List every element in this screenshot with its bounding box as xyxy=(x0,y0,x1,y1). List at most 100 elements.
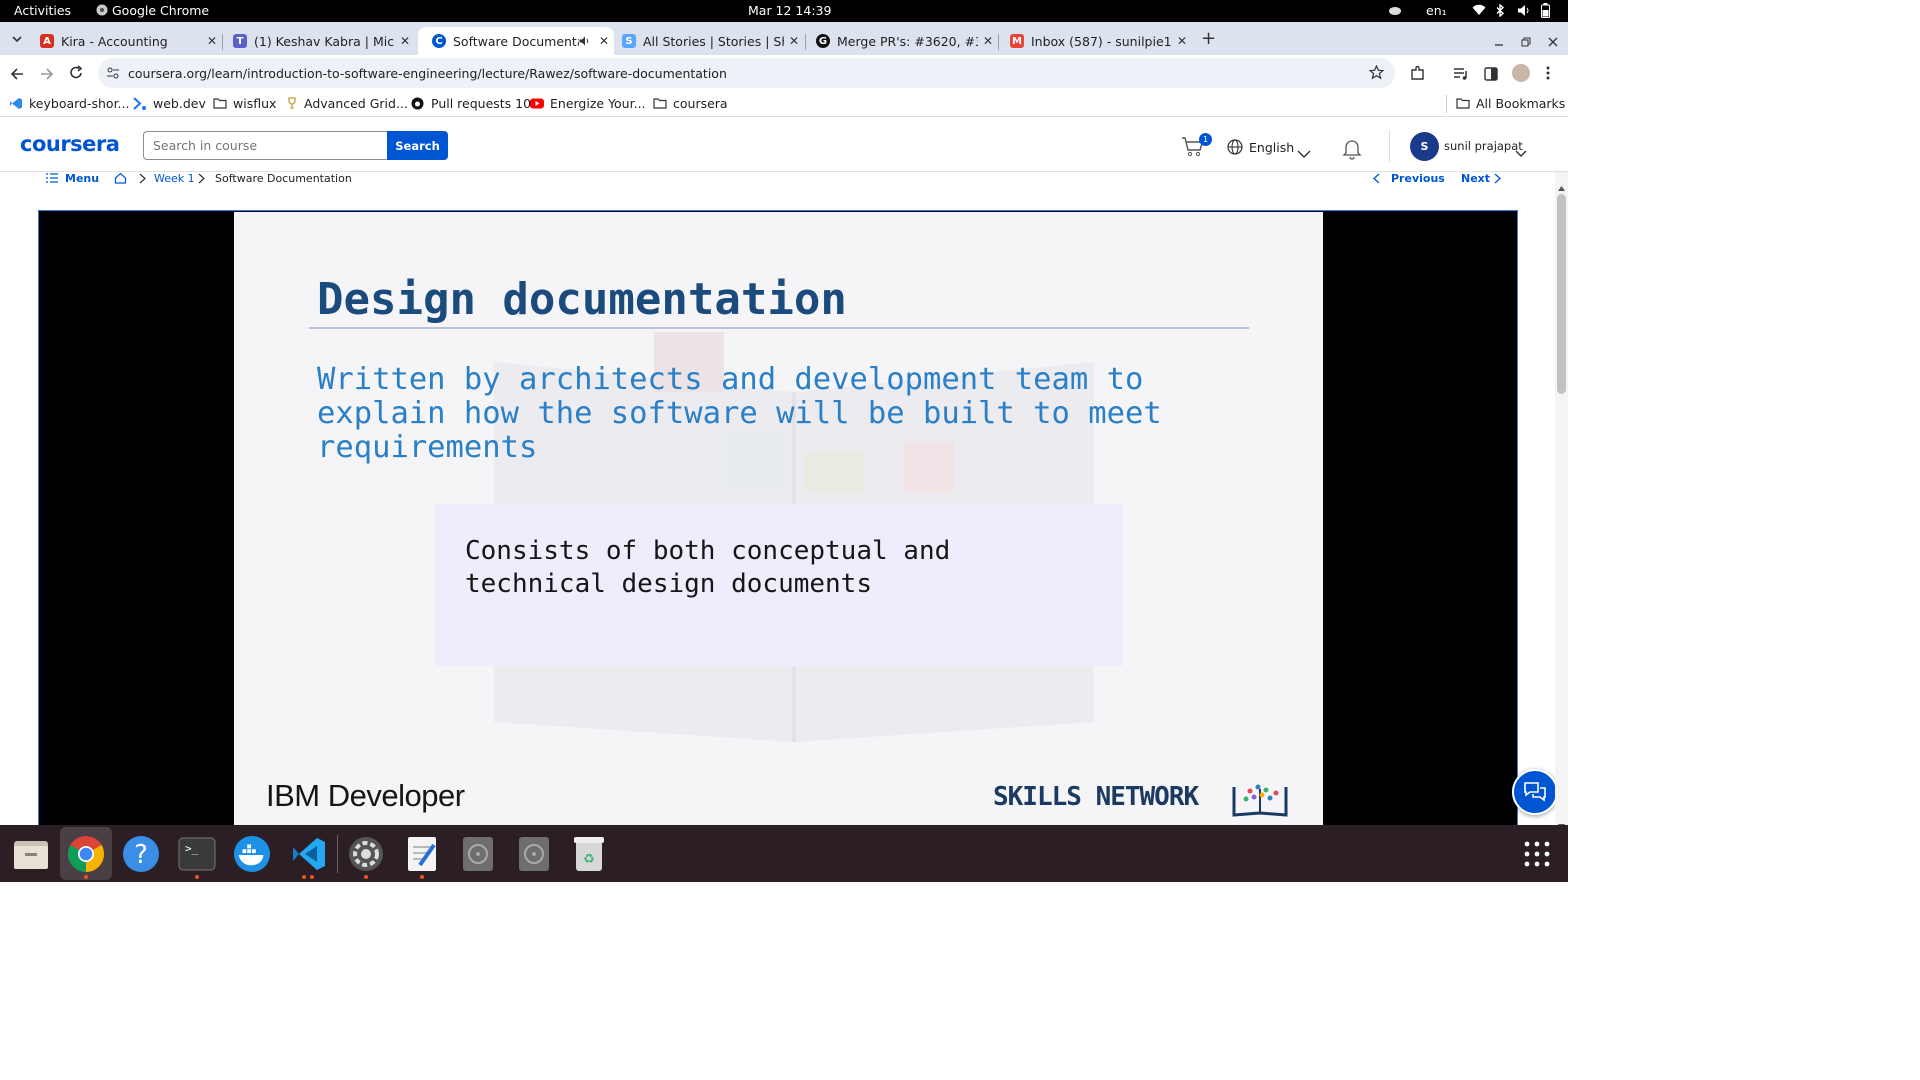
tab-title: Kira - Accounting xyxy=(61,33,168,49)
text-editor-app-icon[interactable] xyxy=(403,835,441,873)
bookmark-label: keyboard-shor... xyxy=(29,96,130,111)
menu-list-icon[interactable] xyxy=(46,173,58,186)
bookmark-wisflux[interactable]: wisflux xyxy=(213,96,276,111)
chat-help-button[interactable] xyxy=(1512,769,1558,815)
course-search-input[interactable] xyxy=(143,131,388,160)
reload-icon[interactable] xyxy=(69,65,83,84)
shortcut-icon: S xyxy=(622,34,636,48)
disk-app-icon[interactable] xyxy=(515,835,553,873)
extensions-icon[interactable] xyxy=(1410,65,1426,85)
site-info-icon[interactable] xyxy=(106,66,120,83)
close-icon[interactable]: ✕ xyxy=(395,34,415,48)
coursera-logo[interactable]: coursera xyxy=(20,132,120,156)
docker-app-icon[interactable] xyxy=(233,835,271,873)
browser-toolbar: coursera.org/learn/introduction-to-softw… xyxy=(0,55,1568,91)
slide-body-line: Written by architects and development te… xyxy=(317,362,1144,397)
user-avatar[interactable]: S xyxy=(1410,132,1439,161)
notification-bell-icon[interactable] xyxy=(1342,138,1362,164)
tab-software-documentation[interactable]: C Software Documenta ✕ xyxy=(418,27,614,55)
bookmark-label: Energize Your... xyxy=(550,96,646,111)
close-window-icon[interactable] xyxy=(1548,32,1558,51)
bookmark-web-dev[interactable]: web.dev xyxy=(133,96,206,111)
close-icon[interactable]: ✕ xyxy=(784,34,804,48)
language-selector[interactable]: English xyxy=(1249,140,1294,155)
chrome-app-icon[interactable] xyxy=(67,835,105,873)
files-app-icon[interactable] xyxy=(12,835,50,873)
clock[interactable]: Mar 12 14:39 xyxy=(748,3,831,18)
bluetooth-icon[interactable] xyxy=(1496,3,1505,20)
chrome-app-menu[interactable]: Google Chrome xyxy=(96,3,209,18)
home-icon[interactable] xyxy=(114,172,127,187)
slide-title: Design documentation xyxy=(317,274,847,325)
tab-shortcut-stories[interactable]: S All Stories | Stories | Shor ✕ xyxy=(608,27,804,55)
gmail-icon: M xyxy=(1010,34,1024,48)
close-icon[interactable]: ✕ xyxy=(978,34,998,48)
slide-callout-box: Consists of both conceptual and technica… xyxy=(435,504,1123,666)
url-text[interactable]: coursera.org/learn/introduction-to-softw… xyxy=(128,66,727,81)
bookmark-pull-requests[interactable]: Pull requests 10 xyxy=(411,96,531,111)
slide-body-line: requirements xyxy=(317,430,538,465)
address-bar[interactable]: coursera.org/learn/introduction-to-softw… xyxy=(98,58,1395,88)
skills-network-logo: SKILLS NETWORK xyxy=(993,782,1199,812)
trash-icon[interactable]: ♻ xyxy=(570,835,608,873)
vscode-app-icon[interactable] xyxy=(290,835,328,873)
breadcrumb-week[interactable]: Week 1 xyxy=(154,172,195,185)
profile-avatar[interactable] xyxy=(1512,64,1530,82)
bookmark-label: Pull requests 10 xyxy=(431,96,532,111)
user-name[interactable]: sunil prajapat xyxy=(1444,139,1523,153)
minimize-window-icon[interactable] xyxy=(1494,32,1504,51)
bookmark-coursera[interactable]: coursera xyxy=(653,96,728,111)
settings-app-icon[interactable] xyxy=(347,835,385,873)
folder-icon xyxy=(1456,97,1470,110)
help-app-icon[interactable]: ? xyxy=(122,835,160,873)
disk-app-icon[interactable] xyxy=(459,835,497,873)
new-tab-button[interactable]: + xyxy=(1201,28,1216,49)
back-arrow-icon[interactable] xyxy=(10,66,24,85)
battery-icon[interactable] xyxy=(1541,3,1550,21)
close-icon[interactable]: ✕ xyxy=(1172,34,1192,48)
globe-icon[interactable] xyxy=(1227,139,1243,159)
tab-github-merge-pr[interactable]: G Merge PR's: #3620, #362 ✕ xyxy=(802,27,998,55)
chevron-right-icon[interactable] xyxy=(1494,173,1501,187)
keyboard-language[interactable]: en₁ xyxy=(1426,3,1447,18)
wifi-icon[interactable] xyxy=(1472,4,1486,19)
bookmark-advanced-grid[interactable]: Advanced Grid... xyxy=(287,96,408,111)
bookmark-star-icon[interactable] xyxy=(1368,64,1385,83)
weather-icon[interactable] xyxy=(1388,4,1402,19)
chrome-menu-icon[interactable] xyxy=(1546,65,1550,84)
terminal-app-icon[interactable]: >_ xyxy=(178,835,216,873)
chevron-down-icon[interactable] xyxy=(1515,142,1527,161)
volume-icon[interactable] xyxy=(1517,4,1531,20)
scrollbar-thumb[interactable] xyxy=(1557,194,1566,394)
bookmarks-bar: keyboard-shor... web.dev wisflux Advance… xyxy=(0,91,1568,117)
activities-button[interactable]: Activities xyxy=(14,3,71,18)
tab-title: Inbox (587) - sunilpie199 xyxy=(1031,33,1172,49)
speaker-icon[interactable] xyxy=(579,34,590,49)
chevron-left-icon[interactable] xyxy=(1373,173,1380,187)
tab-title: (1) Keshav Kabra | Microso xyxy=(254,33,395,49)
media-control-icon[interactable] xyxy=(1453,66,1469,85)
callout-line: Consists of both conceptual and xyxy=(465,536,951,566)
tab-search-icon[interactable] xyxy=(8,30,26,48)
video-player[interactable]: Design documentation Written by architec… xyxy=(38,210,1518,830)
bookmark-label: coursera xyxy=(673,96,728,111)
show-apps-grid-icon[interactable] xyxy=(1518,835,1556,873)
tab-gmail-inbox[interactable]: M Inbox (587) - sunilpie199 ✕ xyxy=(996,27,1192,55)
bookmark-keyboard-shortcuts[interactable]: keyboard-shor... xyxy=(9,96,129,111)
search-button[interactable]: Search xyxy=(387,131,448,160)
browser-tab-strip: A Kira - Accounting ✕ T (1) Keshav Kabra… xyxy=(0,22,1568,55)
scroll-up-arrow-icon[interactable] xyxy=(1558,176,1565,195)
tab-kira-accounting[interactable]: A Kira - Accounting ✕ xyxy=(26,27,222,55)
all-bookmarks-button[interactable]: All Bookmarks xyxy=(1456,96,1565,111)
previous-link[interactable]: Previous xyxy=(1391,172,1445,185)
forward-arrow-icon[interactable] xyxy=(40,66,54,85)
restore-window-icon[interactable] xyxy=(1521,32,1531,51)
side-panel-icon[interactable] xyxy=(1484,66,1498,85)
menu-link[interactable]: Menu xyxy=(65,172,99,185)
bookmark-energize[interactable]: Energize Your... xyxy=(530,96,646,111)
chevron-down-icon[interactable] xyxy=(1297,143,1311,162)
tab-microsoft-teams[interactable]: T (1) Keshav Kabra | Microso ✕ xyxy=(219,27,415,55)
next-link[interactable]: Next xyxy=(1461,172,1490,185)
page-scrollbar[interactable] xyxy=(1555,172,1568,829)
chat-bubbles-icon xyxy=(1524,782,1546,802)
